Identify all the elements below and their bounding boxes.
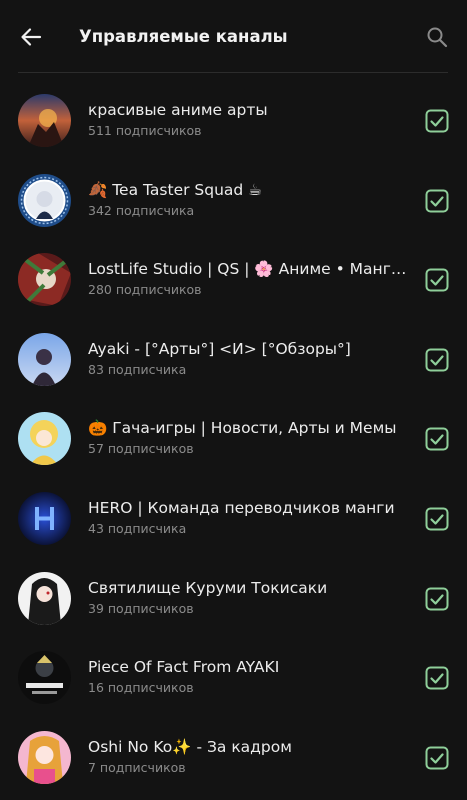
top-bar: Управляемые каналы (0, 0, 467, 72)
channel-list: красивые аниме арты 511 подписчиков 🍂 Te… (0, 81, 467, 797)
arrow-left-icon (21, 28, 42, 46)
subscriber-count: 280 подписчиков (88, 282, 202, 298)
channel-row[interactable]: 🎃 Гача-игры | Новости, Арты и Мемы 57 по… (0, 399, 467, 479)
channel-row[interactable]: LostLife Studio | QS | 🌸 Аниме • Манга •… (0, 240, 467, 320)
channel-name: Piece Of Fact From AYAKI (88, 658, 280, 677)
checkbox-checked-icon[interactable] (425, 587, 449, 611)
checkbox-checked-icon[interactable] (425, 507, 449, 531)
checkbox-checked-icon[interactable] (425, 189, 449, 213)
channel-name: 🎃 Гача-игры | Новости, Арты и Мемы (88, 419, 397, 438)
subscriber-count: 39 подписчиков (88, 600, 194, 616)
back-button[interactable] (14, 20, 48, 54)
checkbox-checked-icon[interactable] (425, 348, 449, 372)
checkbox-checked-icon[interactable] (425, 109, 449, 133)
subscriber-count: 342 подписчика (88, 202, 195, 218)
subscriber-count: 511 подписчиков (88, 123, 202, 138)
channel-name: Ayaki - [°Арты°] <И> [°Обзоры°] (88, 339, 351, 358)
channel-row[interactable]: Святилище Куруми Токисаки 39 подписчиков (0, 559, 467, 639)
checkbox-checked-icon[interactable] (425, 666, 449, 690)
channel-name: Oshi No Ko✨ - За кадром (88, 737, 292, 756)
subscriber-count: 57 подписчиков (88, 441, 194, 457)
channel-avatar (18, 412, 71, 466)
channel-avatar (18, 94, 71, 147)
channel-name: LostLife Studio | QS | 🌸 Аниме • Манга •… (88, 260, 408, 279)
channel-avatar (18, 253, 71, 307)
subscriber-count: 7 подписчиков (88, 759, 186, 775)
subscriber-count: 83 подписчика (88, 361, 187, 377)
channel-row[interactable]: Oshi No Ko✨ - За кадром 7 подписчиков (0, 718, 467, 798)
subscriber-count: 43 подписчика (88, 520, 187, 536)
channel-row[interactable]: HERO | Команда переводчиков манги 43 под… (0, 479, 467, 559)
channel-avatar (18, 173, 71, 227)
app-screen: Управляемые каналы красивые аниме арты 5… (0, 0, 467, 800)
page-title: Управляемые каналы (79, 27, 288, 46)
channel-avatar (18, 491, 71, 545)
channel-row[interactable]: Ayaki - [°Арты°] <И> [°Обзоры°] 83 подпи… (0, 320, 467, 400)
checkbox-checked-icon[interactable] (425, 746, 449, 770)
search-icon (427, 27, 448, 48)
channel-avatar (18, 571, 71, 625)
channel-row[interactable]: 🍂 Tea Taster Squad ☕ 342 подписчика (0, 161, 467, 241)
search-button[interactable] (420, 20, 454, 54)
channel-name: 🍂 Tea Taster Squad ☕ (88, 180, 263, 199)
channel-avatar (18, 651, 71, 705)
checkbox-checked-icon[interactable] (425, 268, 449, 292)
channel-row[interactable]: красивые аниме арты 511 подписчиков (0, 81, 467, 161)
subscriber-count: 16 подписчиков (88, 680, 194, 696)
channel-row[interactable]: Piece Of Fact From AYAKI 16 подписчиков (0, 638, 467, 718)
channel-avatar (18, 730, 71, 784)
channel-avatar (18, 332, 71, 386)
channel-name: Святилище Куруми Токисаки (88, 578, 328, 597)
checkbox-checked-icon[interactable] (425, 427, 449, 451)
header-divider (18, 72, 448, 73)
channel-name: красивые аниме арты (88, 101, 268, 119)
channel-name: HERO | Команда переводчиков манги (88, 498, 395, 517)
